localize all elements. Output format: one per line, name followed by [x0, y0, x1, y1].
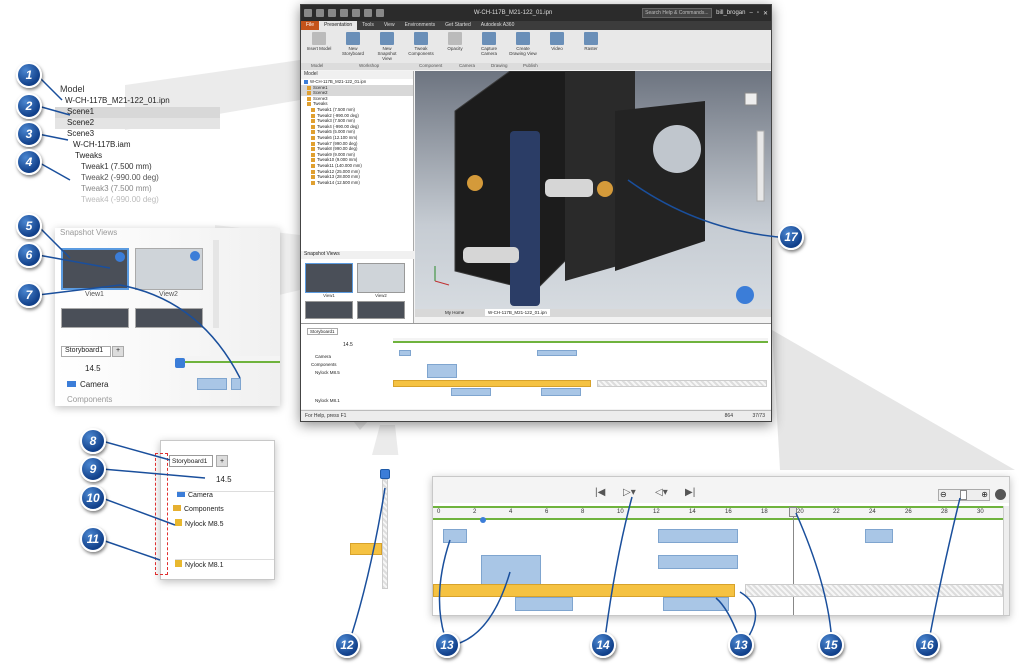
callout-15: 15	[818, 632, 844, 658]
leader-17	[627, 179, 791, 239]
callout-8: 8	[80, 428, 106, 454]
leader-8	[101, 440, 171, 461]
leader-2	[37, 105, 71, 116]
callout-4: 4	[16, 149, 42, 175]
callout-7: 7	[16, 282, 42, 308]
callout-9: 9	[80, 456, 106, 482]
leader-6	[37, 254, 111, 269]
callout-13: 13	[434, 632, 460, 658]
leader-16	[927, 497, 961, 647]
callout-5: 5	[16, 213, 42, 239]
callout-13-b: 13	[728, 632, 754, 658]
leader-lines	[37, 75, 961, 647]
callout-2: 2	[16, 93, 42, 119]
callout-17: 17	[778, 224, 804, 250]
leader-13b	[447, 571, 511, 647]
leader-12	[347, 487, 386, 647]
documentation-stage: Model W-CH-117B_M21-122_01.ipn Scene1 Sc…	[0, 0, 1024, 667]
callout-3: 3	[16, 121, 42, 147]
leader-9	[101, 468, 206, 479]
leader-7	[37, 284, 241, 379]
leader-13a	[438, 539, 451, 647]
leader-14	[603, 496, 633, 647]
callout-12: 12	[334, 632, 360, 658]
callout-1: 1	[16, 62, 42, 88]
callout-11: 11	[80, 526, 106, 552]
leader-5	[37, 225, 71, 259]
callout-10: 10	[80, 485, 106, 511]
leader-10	[101, 497, 176, 526]
callout-16: 16	[914, 632, 940, 658]
leader-15	[795, 512, 833, 647]
callout-6: 6	[16, 242, 42, 268]
leader-3	[37, 133, 69, 141]
leader-4	[37, 161, 71, 181]
callout-14: 14	[590, 632, 616, 658]
leader-11	[101, 539, 161, 561]
leader-1	[37, 75, 63, 101]
